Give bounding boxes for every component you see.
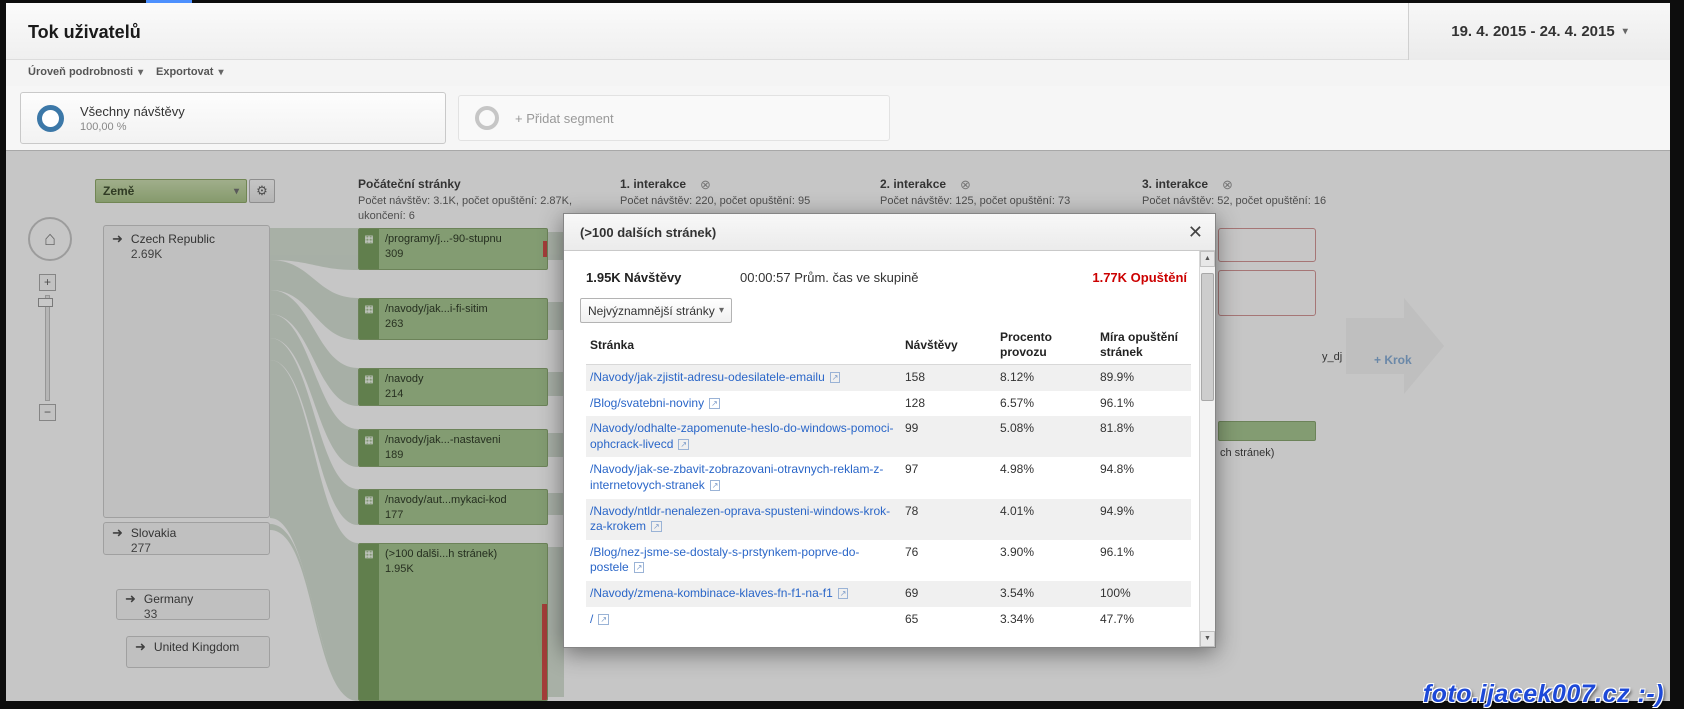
cell-visits: 76 xyxy=(901,540,996,581)
cell-visits: 99 xyxy=(901,416,996,457)
cell-traffic-pct: 4.01% xyxy=(996,499,1096,540)
cell-exit-rate: 81.8% xyxy=(1096,416,1191,457)
cell-traffic-pct: 3.34% xyxy=(996,607,1096,633)
pages-table: Stránka Návštěvy Procento provozu Míra o… xyxy=(586,326,1191,632)
cell-visits: 97 xyxy=(901,457,996,498)
cell-traffic-pct: 3.90% xyxy=(996,540,1096,581)
page-link[interactable]: /Navody/jak-zjistit-adresu-odesilatele-e… xyxy=(590,370,825,384)
cell-visits: 69 xyxy=(901,581,996,607)
scroll-down-button[interactable]: ▼ xyxy=(1200,631,1215,647)
table-row: /Navody/zmena-kombinace-klaves-fn-f1-na-… xyxy=(586,581,1191,607)
col-header-exit-rate: Míra opuštění stránek xyxy=(1096,326,1191,365)
segment-all-visits[interactable]: Všechny návštěvy 100,00 % xyxy=(20,92,446,144)
stat-exits: 1.77K Opuštění xyxy=(1092,270,1187,285)
table-header-row: Stránka Návštěvy Procento provozu Míra o… xyxy=(586,326,1191,365)
external-link-icon[interactable]: ↗ xyxy=(651,521,662,532)
caret-down-icon: ▾ xyxy=(218,67,223,78)
col-header-traffic-pct: Procento provozu xyxy=(996,326,1096,365)
col-header-page: Stránka xyxy=(586,326,901,365)
stat-visits: 1.95K Návštěvy xyxy=(586,270,681,285)
cell-traffic-pct: 3.54% xyxy=(996,581,1096,607)
dialog-close-button[interactable]: ✕ xyxy=(1188,222,1203,242)
pages-filter-dropdown[interactable]: Nejvýznamnější stránky ▾ xyxy=(580,298,732,323)
cell-visits: 78 xyxy=(901,499,996,540)
external-link-icon[interactable]: ↗ xyxy=(830,372,841,383)
page-link[interactable]: /Blog/nez-jsme-se-dostaly-s-prstynkem-po… xyxy=(590,545,859,575)
dialog-title: (>100 dalších stránek) xyxy=(580,214,716,251)
table-row: /Navody/jak-zjistit-adresu-odesilatele-e… xyxy=(586,365,1191,391)
segment-bar: Všechny návštěvy 100,00 % + Přidat segme… xyxy=(6,86,1670,150)
caret-down-icon: ▾ xyxy=(138,67,143,78)
add-segment-label: + Přidat segment xyxy=(515,111,614,126)
external-link-icon[interactable]: ↗ xyxy=(709,398,720,409)
segment-label: Všechny návštěvy xyxy=(80,104,185,119)
add-segment-button[interactable]: + Přidat segment xyxy=(458,95,890,141)
table-row: /Navody/jak-se-zbavit-zobrazovani-otravn… xyxy=(586,457,1191,498)
cell-exit-rate: 100% xyxy=(1096,581,1191,607)
external-link-icon[interactable]: ↗ xyxy=(678,439,689,450)
table-row: /Blog/nez-jsme-se-dostaly-s-prstynkem-po… xyxy=(586,540,1191,581)
cell-visits: 65 xyxy=(901,607,996,633)
external-link-icon[interactable]: ↗ xyxy=(598,614,609,625)
segment-text: Všechny návštěvy 100,00 % xyxy=(80,104,185,133)
scrollbar-thumb[interactable] xyxy=(1201,273,1214,401)
segment-value: 100,00 % xyxy=(80,121,185,133)
app-header: Tok uživatelů 19. 4. 2015 - 24. 4. 2015 … xyxy=(6,3,1670,60)
table-row: / ↗ 65 3.34% 47.7% xyxy=(586,607,1191,633)
cell-exit-rate: 89.9% xyxy=(1096,365,1191,391)
stat-avg-time: 00:00:57 Prům. čas ve skupině xyxy=(740,270,919,285)
page-link[interactable]: /Navody/zmena-kombinace-klaves-fn-f1-na-… xyxy=(590,586,833,600)
node-details-dialog: (>100 dalších stránek) ✕ 1.95K Návštěvy … xyxy=(563,213,1216,648)
export-dropdown[interactable]: Exportovat ▾ xyxy=(156,66,224,78)
cell-exit-rate: 94.9% xyxy=(1096,499,1191,540)
cell-exit-rate: 96.1% xyxy=(1096,391,1191,417)
cell-traffic-pct: 5.08% xyxy=(996,416,1096,457)
external-link-icon[interactable]: ↗ xyxy=(838,588,849,599)
external-link-icon[interactable]: ↗ xyxy=(710,480,721,491)
table-row: /Navody/ntldr-nenalezen-oprava-spusteni-… xyxy=(586,499,1191,540)
caret-down-icon: ▾ xyxy=(1623,26,1628,37)
dialog-header: (>100 dalších stránek) ✕ xyxy=(564,214,1215,251)
pages-filter-label: Nejvýznamnější stránky xyxy=(588,304,715,318)
add-segment-circle-icon xyxy=(475,106,499,130)
cell-exit-rate: 47.7% xyxy=(1096,607,1191,633)
table-row: /Navody/odhalte-zapomenute-heslo-do-wind… xyxy=(586,416,1191,457)
cell-visits: 128 xyxy=(901,391,996,417)
page-link[interactable]: /Navody/jak-se-zbavit-zobrazovani-otravn… xyxy=(590,462,883,492)
page-link[interactable]: / xyxy=(590,612,593,626)
cell-traffic-pct: 4.98% xyxy=(996,457,1096,498)
page-title: Tok uživatelů xyxy=(28,22,141,43)
dialog-scrollbar[interactable]: ▲ ▼ xyxy=(1199,251,1215,647)
screenshot-frame: Tok uživatelů 19. 4. 2015 - 24. 4. 2015 … xyxy=(0,0,1684,709)
segment-donut-icon xyxy=(37,105,64,132)
cell-exit-rate: 94.8% xyxy=(1096,457,1191,498)
date-range-selector[interactable]: 19. 4. 2015 - 24. 4. 2015 ▾ xyxy=(1408,3,1670,60)
page-link[interactable]: /Navody/odhalte-zapomenute-heslo-do-wind… xyxy=(590,421,894,451)
caret-down-icon: ▾ xyxy=(719,305,724,316)
analytics-app: Tok uživatelů 19. 4. 2015 - 24. 4. 2015 … xyxy=(6,3,1670,701)
watermark: foto.ijacek007.cz :-) xyxy=(1423,680,1664,709)
page-link[interactable]: /Blog/svatebni-noviny xyxy=(590,396,704,410)
cell-exit-rate: 96.1% xyxy=(1096,540,1191,581)
page-link[interactable]: /Navody/ntldr-nenalezen-oprava-spusteni-… xyxy=(590,504,890,534)
external-link-icon[interactable]: ↗ xyxy=(634,562,645,573)
col-header-visits: Návštěvy xyxy=(901,326,996,365)
cell-traffic-pct: 8.12% xyxy=(996,365,1096,391)
detail-level-dropdown[interactable]: Úroveň podrobnosti ▾ xyxy=(28,66,143,78)
scroll-up-button[interactable]: ▲ xyxy=(1200,251,1215,267)
export-label: Exportovat xyxy=(156,66,213,78)
cell-traffic-pct: 6.57% xyxy=(996,391,1096,417)
cell-visits: 158 xyxy=(901,365,996,391)
date-range-label: 19. 4. 2015 - 24. 4. 2015 xyxy=(1451,23,1614,40)
sub-toolbar: Úroveň podrobnosti ▾ Exportovat ▾ xyxy=(6,60,1670,86)
table-row: /Blog/svatebni-noviny ↗ 128 6.57% 96.1% xyxy=(586,391,1191,417)
detail-level-label: Úroveň podrobnosti xyxy=(28,66,133,78)
